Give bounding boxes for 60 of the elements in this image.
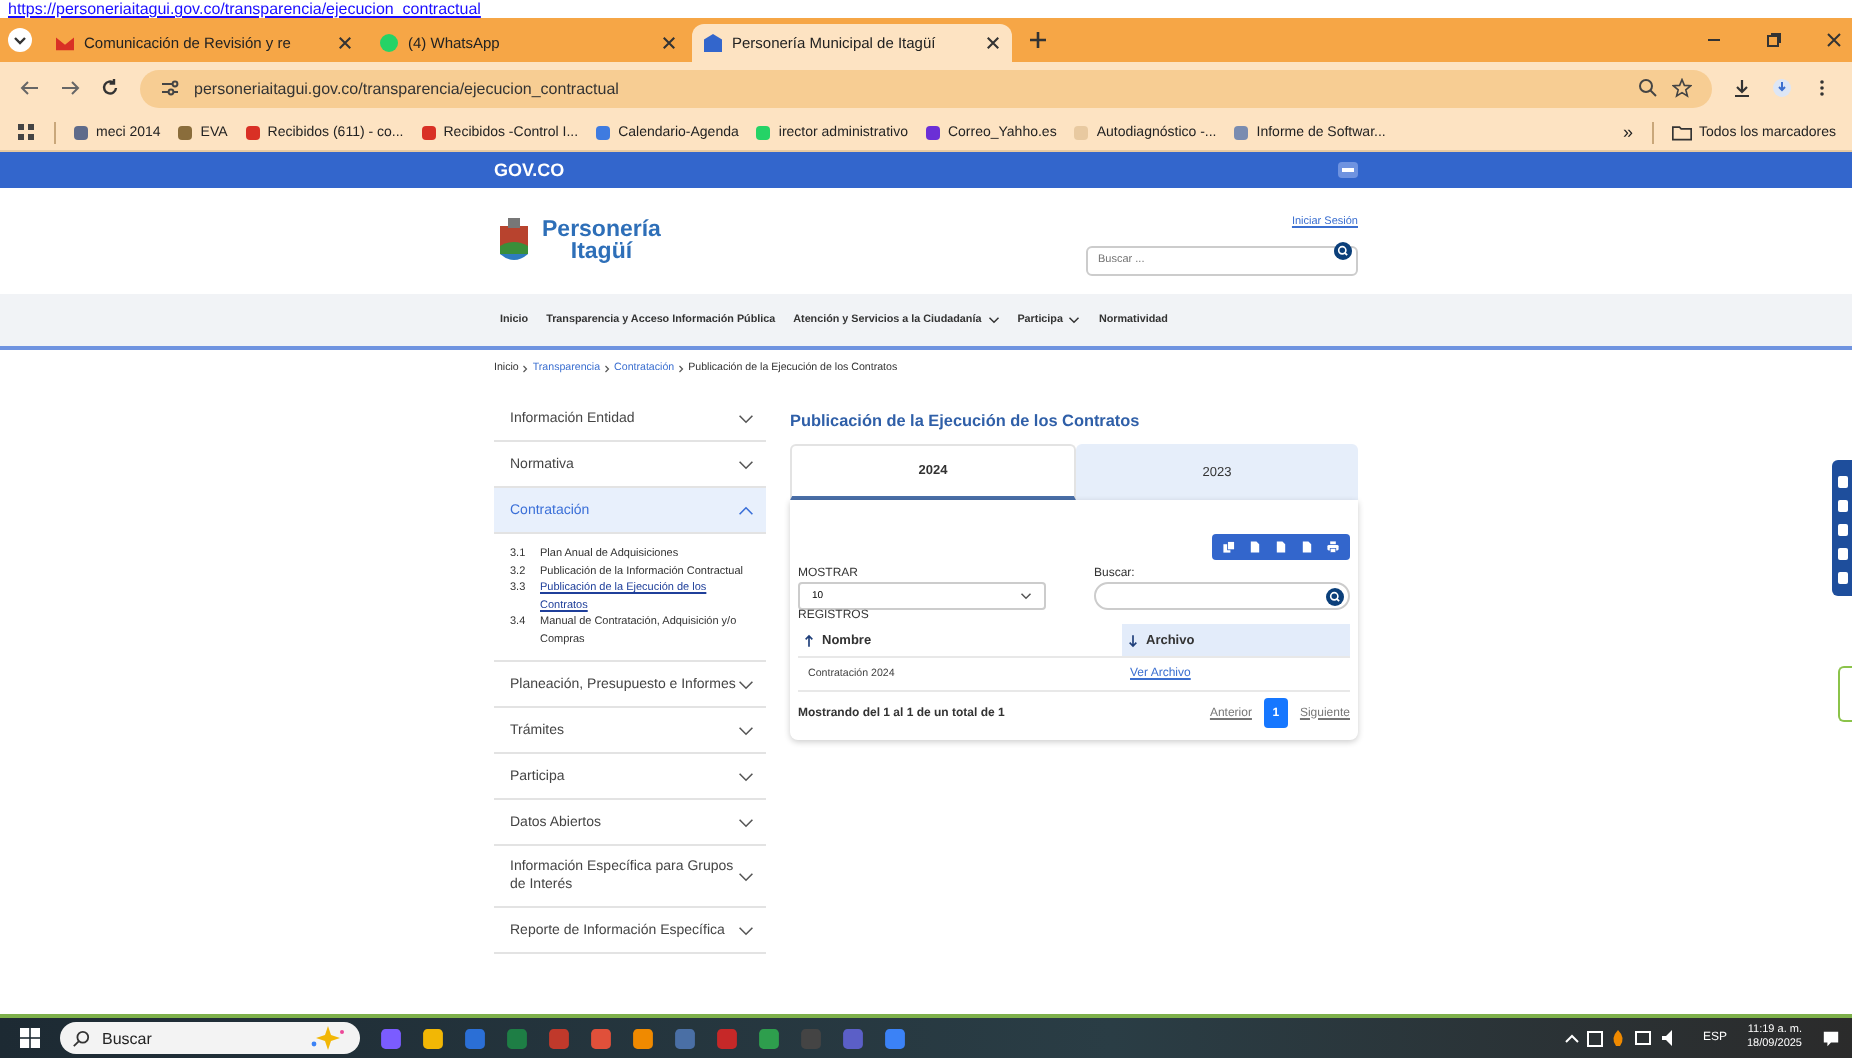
search-field[interactable] bbox=[1094, 582, 1350, 610]
back-icon[interactable] bbox=[20, 78, 40, 98]
notification-icon[interactable] bbox=[1822, 1029, 1840, 1047]
coat-of-arms-icon bbox=[494, 217, 534, 265]
chevron-right-icon bbox=[678, 363, 685, 373]
close-icon[interactable] bbox=[662, 36, 676, 50]
chevron-down-icon bbox=[738, 817, 754, 827]
arrow-down-icon bbox=[1128, 633, 1138, 647]
taskbar-search[interactable]: Buscar bbox=[60, 1022, 360, 1054]
caret-icon bbox=[1020, 592, 1032, 600]
site-icon bbox=[380, 34, 398, 52]
close-icon[interactable] bbox=[986, 36, 1000, 50]
address-bar[interactable]: personeriaitagui.gov.co/transparencia/ejecucion_contractual bbox=[140, 69, 1712, 107]
restore-icon[interactable] bbox=[1764, 30, 1784, 50]
brand-name: Itagüí bbox=[570, 241, 633, 263]
section-title: Publicación de la Ejecución de los Contratos bbox=[790, 412, 1142, 430]
chevron-down-icon bbox=[738, 771, 754, 781]
url-link[interactable]: https://personeriaitagui.gov.co/transparencia/ejecucion_contractual bbox=[8, 0, 481, 18]
copy-icon[interactable] bbox=[1222, 540, 1236, 554]
search-icon[interactable] bbox=[1326, 587, 1344, 605]
download-icon[interactable] bbox=[1732, 78, 1752, 98]
search-icon bbox=[72, 1029, 90, 1047]
tab-search-icon[interactable] bbox=[8, 28, 32, 52]
folder-icon bbox=[1671, 123, 1692, 141]
chevron-down-icon bbox=[738, 679, 754, 689]
close-icon[interactable] bbox=[338, 36, 352, 50]
reload-icon[interactable] bbox=[100, 78, 120, 98]
new-tab-icon[interactable] bbox=[1028, 30, 1048, 50]
chevron-right-icon bbox=[604, 363, 611, 373]
caret-icon bbox=[1068, 316, 1081, 324]
taskbar-app-icon[interactable] bbox=[632, 1027, 654, 1049]
taskbar-app-icon[interactable] bbox=[590, 1027, 612, 1049]
zoom-icon[interactable] bbox=[1638, 78, 1658, 98]
sparkle-icon bbox=[308, 1026, 348, 1050]
windows-start-icon[interactable] bbox=[20, 1028, 40, 1048]
taskbar-app-icon[interactable] bbox=[758, 1027, 780, 1049]
forward-icon[interactable] bbox=[60, 78, 80, 98]
site-icon bbox=[704, 34, 722, 52]
chevron-up-icon bbox=[738, 505, 754, 515]
site-settings-icon bbox=[160, 78, 180, 98]
print-icon[interactable] bbox=[1326, 540, 1340, 554]
chevron-down-icon bbox=[738, 871, 754, 881]
bookmarks-overflow[interactable]: » bbox=[1623, 122, 1634, 142]
star-icon[interactable] bbox=[1672, 78, 1692, 98]
taskbar-app-icon[interactable] bbox=[380, 1027, 402, 1049]
caret-icon bbox=[987, 316, 1000, 324]
chevron-down-icon bbox=[738, 725, 754, 735]
taskbar-app-icon[interactable] bbox=[884, 1027, 906, 1049]
taskbar-app-icon[interactable] bbox=[422, 1027, 444, 1049]
chevron-down-icon bbox=[738, 413, 754, 423]
search-icon[interactable] bbox=[1334, 242, 1352, 260]
arrow-up-icon bbox=[804, 633, 814, 647]
apps-grid-icon[interactable] bbox=[16, 122, 36, 142]
chevron-down-icon bbox=[738, 459, 754, 469]
chevron-down-icon bbox=[738, 925, 754, 935]
site-icon bbox=[56, 34, 74, 52]
close-icon[interactable] bbox=[1824, 30, 1844, 50]
gov-logo[interactable]: GOV.CO bbox=[494, 160, 565, 180]
brand-name: Personería bbox=[542, 219, 661, 241]
chevron-right-icon bbox=[522, 363, 529, 373]
